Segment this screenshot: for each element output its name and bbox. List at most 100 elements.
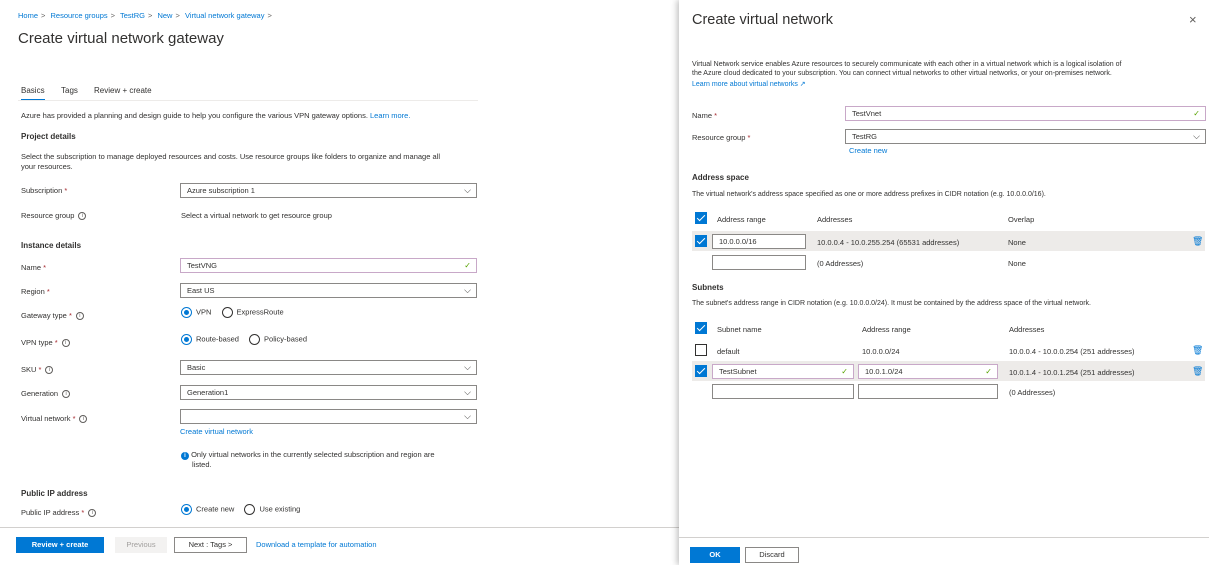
addr-header-overlap: Overlap xyxy=(1008,215,1035,224)
breadcrumb-new[interactable]: New xyxy=(157,11,172,20)
discard-button[interactable]: Discard xyxy=(745,547,799,563)
subnet-name-input[interactable]: TestSubnet ✓ xyxy=(712,364,854,379)
vnet-note-line-2: listed. xyxy=(192,460,212,469)
subnet-header-addresses: Addresses xyxy=(1009,325,1045,334)
vnet-note: i Only virtual networks in the currently… xyxy=(181,450,435,460)
vpn-route-based-label: Route-based xyxy=(196,334,239,344)
gateway-type-label: Gateway type * i xyxy=(21,311,84,321)
chevron-down-icon: ⌵ xyxy=(464,285,471,295)
create-new-rg-link[interactable]: Create new xyxy=(849,146,887,155)
addr-header-addresses: Addresses xyxy=(817,215,853,224)
ok-button[interactable]: OK xyxy=(690,547,740,563)
create-vng-blade: Home > Resource groups > TestRG > New > Virt… xyxy=(0,0,679,565)
vnet-name-input[interactable]: TestVnet ✓ xyxy=(845,106,1206,121)
address-range-value: 10.0.0.0/16 xyxy=(719,237,757,246)
name-input[interactable]: TestVNG ✓ xyxy=(180,258,477,273)
breadcrumb-testrg[interactable]: TestRG xyxy=(120,11,145,20)
subnet-name-value: TestSubnet xyxy=(719,367,757,376)
gateway-expressroute-radio[interactable] xyxy=(221,307,233,318)
subscription-value: Azure subscription 1 xyxy=(187,186,255,195)
address-range-new-input[interactable] xyxy=(712,255,806,270)
name-value: TestVNG xyxy=(187,261,218,270)
breadcrumb-home[interactable]: Home xyxy=(18,11,38,20)
vpn-route-based-radio[interactable] xyxy=(181,334,192,345)
gateway-vpn-radio[interactable] xyxy=(181,307,192,318)
subnet-range-value: 10.0.1.0/24 xyxy=(865,367,903,376)
gateway-type-label-text: Gateway type xyxy=(21,311,67,320)
vpn-policy-based-radio[interactable] xyxy=(249,334,261,345)
check-icon: ✓ xyxy=(464,261,471,270)
panel-desc-2: the Azure cloud dedicated to your subscr… xyxy=(692,70,1112,77)
delete-icon[interactable]: 🗑 xyxy=(1192,346,1203,355)
sku-value: Basic xyxy=(187,363,206,372)
close-icon[interactable]: × xyxy=(1189,12,1197,27)
chevron-down-icon: ⌵ xyxy=(464,185,471,195)
panel-desc-1: Virtual Network service enables Azure re… xyxy=(692,61,1122,68)
generation-label: Generation i xyxy=(21,389,71,399)
info-icon[interactable]: i xyxy=(75,312,84,321)
delete-icon[interactable]: 🗑 xyxy=(1192,367,1203,376)
learn-more-vnet-link[interactable]: Learn more about virtual networks ↗ xyxy=(692,80,806,88)
previous-button[interactable]: Previous xyxy=(115,537,167,553)
instance-details-heading: Instance details xyxy=(21,241,82,250)
review-create-button[interactable]: Review + create xyxy=(16,537,104,553)
gateway-vpn-label: VPN xyxy=(196,307,212,317)
gateway-expressroute-label: ExpressRoute xyxy=(236,307,284,317)
subnet-select-all-checkbox[interactable] xyxy=(695,322,707,334)
public-ip-create-new-radio[interactable] xyxy=(181,504,192,515)
tab-basics[interactable]: Basics xyxy=(21,86,45,101)
address-select-all-checkbox[interactable] xyxy=(695,212,707,224)
subnets-desc: The subnet's address range in CIDR notat… xyxy=(692,300,1092,307)
region-select[interactable]: East US ⌵ xyxy=(180,283,477,298)
vnet-name-label: Name * xyxy=(692,111,718,120)
vnet-rg-value: TestRG xyxy=(852,132,878,141)
info-icon[interactable]: i xyxy=(61,339,70,348)
tab-tags[interactable]: Tags xyxy=(61,86,78,95)
learn-more-vnet-text: Learn more about virtual networks xyxy=(692,81,798,88)
learn-more-link[interactable]: Learn more. xyxy=(370,111,410,120)
vpn-policy-based-label: Policy-based xyxy=(264,334,307,344)
intro-text: Azure has provided a planning and design… xyxy=(21,111,410,120)
vnet-note-line-1: Only virtual networks in the currently s… xyxy=(191,450,435,459)
info-icon[interactable]: i xyxy=(88,509,97,518)
resource-group-label: Resource group i xyxy=(21,211,87,221)
breadcrumb-resource-groups[interactable]: Resource groups xyxy=(51,11,108,20)
download-template-link[interactable]: Download a template for automation xyxy=(256,540,377,549)
virtual-network-label: Virtual network * i xyxy=(21,414,88,424)
page-title: Create virtual network gateway xyxy=(18,30,224,47)
vpn-type-radios: Route-based Policy-based xyxy=(181,334,307,345)
public-ip-use-existing-radio[interactable] xyxy=(244,504,256,515)
region-value: East US xyxy=(187,286,215,295)
info-icon[interactable]: i xyxy=(78,212,87,221)
virtual-network-select[interactable]: ⌵ xyxy=(180,409,477,424)
subnet-range-input[interactable]: 10.0.1.0/24 ✓ xyxy=(858,364,998,379)
public-ip-create-new-label: Create new xyxy=(196,504,235,514)
subnet-new-name-input[interactable] xyxy=(712,384,854,399)
subscription-select[interactable]: Azure subscription 1 ⌵ xyxy=(180,183,477,198)
delete-icon[interactable]: 🗑 xyxy=(1192,237,1203,246)
info-icon[interactable]: i xyxy=(62,390,71,399)
subnet-testsubnet-checkbox[interactable] xyxy=(695,365,707,377)
region-label: Region * xyxy=(21,287,50,296)
subscription-label-text: Subscription xyxy=(21,186,63,195)
vnet-rg-select[interactable]: TestRG ⌵ xyxy=(845,129,1206,144)
subnet-default-checkbox[interactable] xyxy=(695,344,707,356)
sku-select[interactable]: Basic ⌵ xyxy=(180,360,477,375)
generation-select[interactable]: Generation1 ⌵ xyxy=(180,385,477,400)
check-icon: ✓ xyxy=(841,367,848,376)
chevron-down-icon: ⌵ xyxy=(1193,131,1200,141)
address-row-checkbox[interactable] xyxy=(695,235,707,247)
info-icon[interactable]: i xyxy=(79,415,88,424)
panel-title: Create virtual network xyxy=(692,12,834,28)
breadcrumb-vng[interactable]: Virtual network gateway xyxy=(185,11,265,20)
subnet-new-range-input[interactable] xyxy=(858,384,998,399)
create-virtual-network-link[interactable]: Create virtual network xyxy=(180,427,253,436)
address-range-input[interactable]: 10.0.0.0/16 xyxy=(712,234,806,249)
address-row-overlap: None xyxy=(1008,238,1026,247)
info-icon[interactable]: i xyxy=(45,366,54,375)
subscription-label: Subscription * xyxy=(21,186,68,195)
next-tags-button[interactable]: Next : Tags > xyxy=(174,537,247,553)
generation-label-text: Generation xyxy=(21,389,59,398)
tab-review-create[interactable]: Review + create xyxy=(94,86,152,95)
address-new-overlap: None xyxy=(1008,259,1026,268)
